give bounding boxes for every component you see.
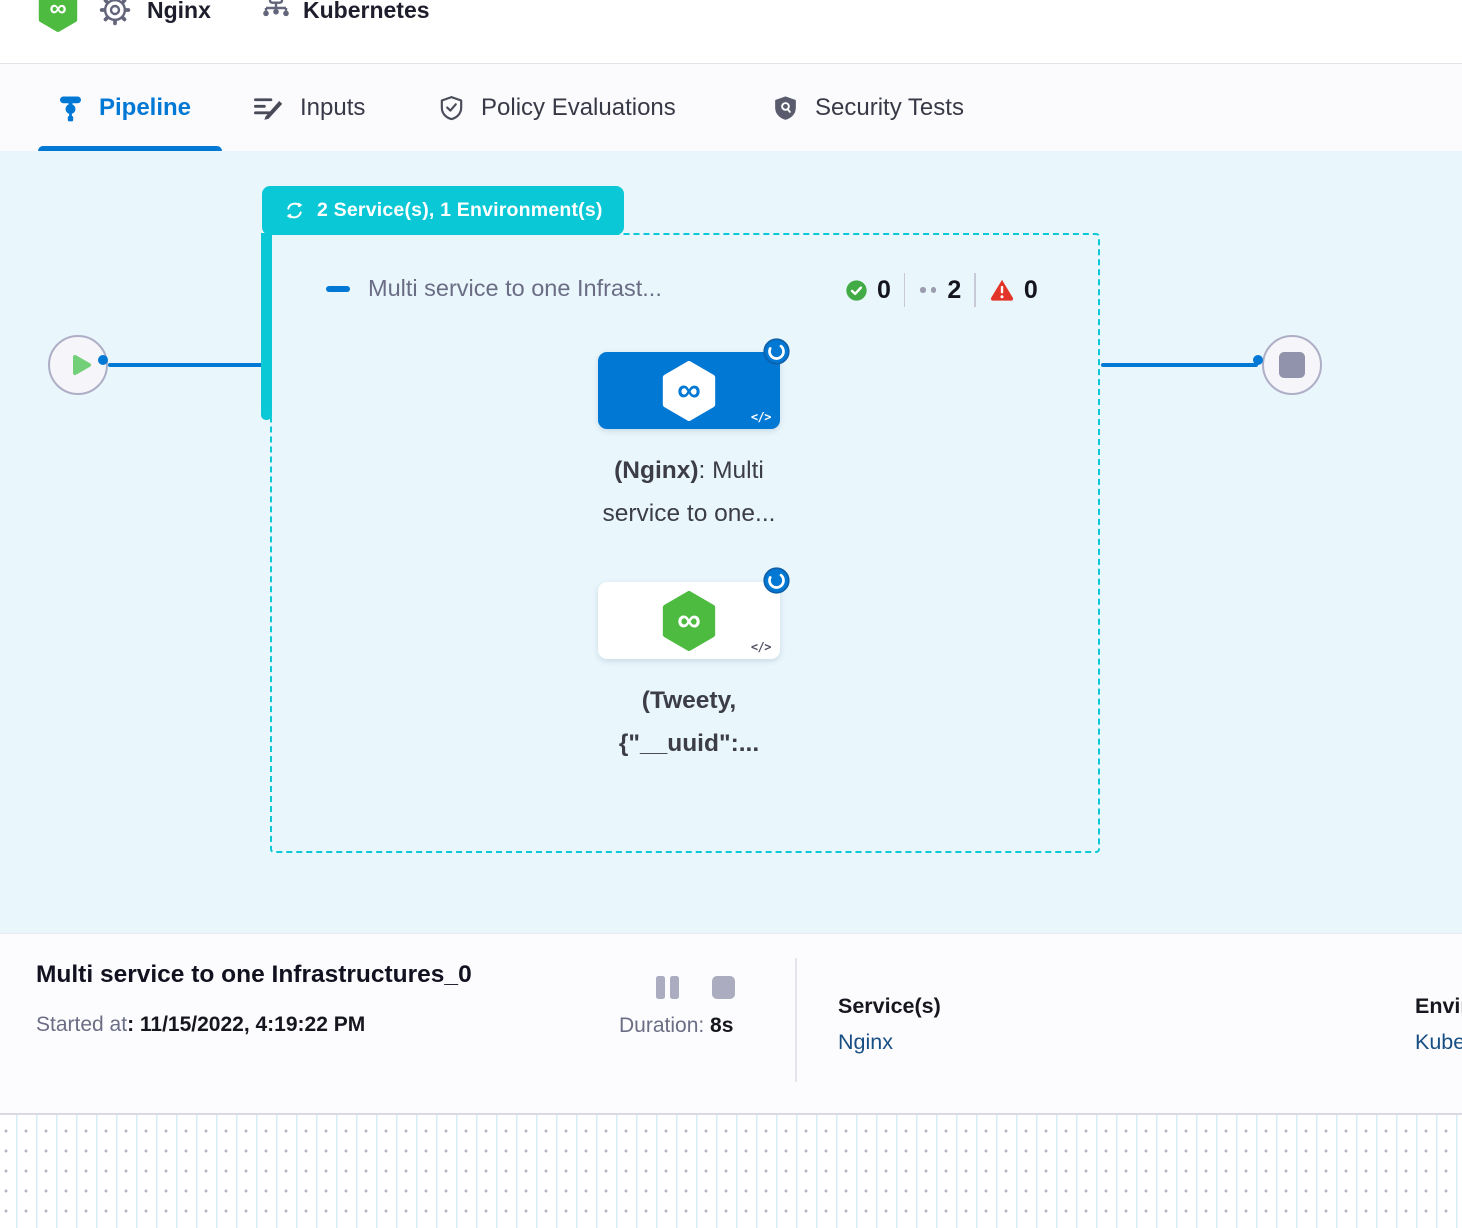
tab-policy-evaluations-label: Policy Evaluations [481,94,676,122]
running-status-badge [763,338,790,365]
execution-title: Multi service to one Infrastructures_0 [36,961,472,989]
collapse-stage-button[interactable] [326,286,350,292]
connector-dot-start [98,355,108,365]
started-at: Started at: 11/15/2022, 4:19:22 PM [36,1013,365,1037]
environment-link-kubernetes[interactable]: Kubernetes [1415,1030,1462,1055]
footer-divider [795,958,797,1082]
duration-label: Duration: [619,1014,710,1037]
header-environment-name: Kubernetes [303,0,430,27]
app-root: ∞ Nginx Kubernetes [0,0,1462,1228]
inputs-icon [253,94,284,121]
gear-icon [99,0,131,27]
refresh-icon [283,199,306,222]
duration: Duration: 8s [619,1014,733,1038]
tab-bar: Pipeline Inputs Policy Evaluations [0,64,1462,151]
tab-pipeline[interactable]: Pipeline [58,64,191,151]
tab-security-tests-label: Security Tests [815,94,964,122]
pipeline-icon [58,93,83,122]
failed-warning-icon [989,278,1015,302]
service-link-nginx[interactable]: Nginx [838,1030,893,1055]
start-node [48,335,108,395]
harness-service-icon: ∞ [660,591,718,651]
tab-policy-evaluations[interactable]: Policy Evaluations [438,64,676,151]
stage-accent-bar [261,233,272,420]
stop-icon [1279,352,1305,378]
tab-inputs-label: Inputs [300,94,365,122]
shield-scan-icon [772,94,799,122]
tab-inputs[interactable]: Inputs [253,64,365,151]
edge-stage-to-end [1101,363,1258,367]
services-label: Service(s) [838,994,941,1019]
running-status-badge [763,567,790,594]
duration-value: 8s [710,1014,733,1037]
execution-info-bar: Multi service to one Infrastructures_0 S… [0,933,1462,1113]
end-node [1262,335,1322,395]
stop-button[interactable] [712,976,735,999]
canvas-grid [0,1113,1462,1228]
success-count: 0 [877,276,891,305]
started-at-label: Started at [36,1013,127,1036]
node-tweety-label: (Tweety, {"__uuid":... [539,680,839,765]
shield-check-icon [438,94,465,122]
node-nginx-label: (Nginx): Multi service to one... [539,450,839,535]
active-tab-indicator [38,146,222,151]
running-count: 2 [947,276,961,305]
harness-logo-icon: ∞ [38,0,78,32]
code-icon: </> [751,410,771,424]
play-icon [69,353,93,377]
pause-button[interactable] [656,976,679,999]
tab-pipeline-label: Pipeline [99,94,191,122]
running-dots-icon [920,287,936,293]
kubernetes-icon [260,0,292,25]
stage-services-badge[interactable]: 2 Service(s), 1 Environment(s) [262,186,624,235]
failed-count: 0 [1024,276,1038,305]
count-divider [904,273,906,307]
pipeline-canvas: 2 Service(s), 1 Environment(s) Multi ser… [0,151,1462,933]
header-service-name: Nginx [147,0,211,27]
success-check-icon [845,279,868,302]
connector-dot-end [1253,355,1263,365]
count-divider [974,273,976,307]
code-icon: </> [751,640,771,654]
stage-title: Multi service to one Infrast... [368,275,662,302]
edge-start-to-stage [108,363,266,367]
node-nginx[interactable]: ∞ </> [598,352,780,429]
stage-badge-label: 2 Service(s), 1 Environment(s) [317,199,603,222]
tab-security-tests[interactable]: Security Tests [772,64,964,151]
harness-service-icon: ∞ [660,361,718,421]
environments-label: Environment(s) [1415,994,1462,1019]
node-tweety[interactable]: ∞ </> [598,582,780,659]
top-header: ∞ Nginx Kubernetes [0,0,1462,64]
started-at-value: : 11/15/2022, 4:19:22 PM [127,1013,365,1036]
stage-status-counts: 0 2 0 [845,271,1038,309]
